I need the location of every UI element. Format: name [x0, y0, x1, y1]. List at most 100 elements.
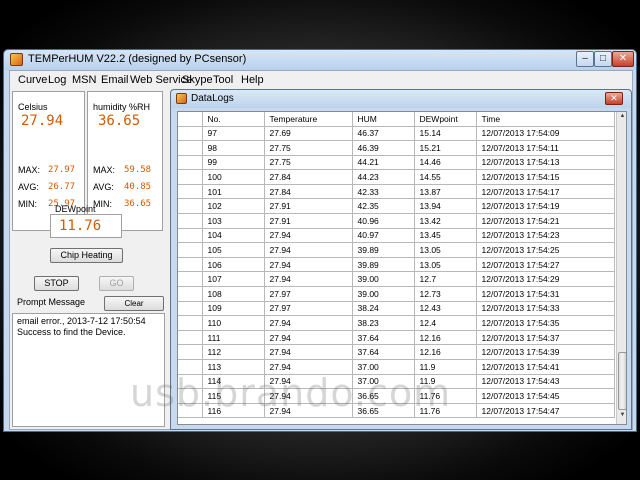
cell-dewpoint[interactable]: 12.73 [414, 286, 477, 302]
scroll-down-icon[interactable]: ▼ [618, 412, 626, 422]
row-header[interactable] [178, 271, 203, 288]
cell-time[interactable]: 12/07/2013 17:54:45 [476, 388, 615, 404]
cell-temperature[interactable]: 27.97 [264, 286, 353, 302]
column-header-dewpoint[interactable]: DEWpoint [414, 112, 477, 127]
scroll-up-icon[interactable]: ▲ [618, 113, 626, 123]
cell-hum[interactable]: 40.96 [352, 213, 415, 229]
cell-hum[interactable]: 39.00 [352, 286, 415, 302]
chip-heating-button[interactable]: Chip Heating [50, 248, 123, 263]
cell-time[interactable]: 12/07/2013 17:54:29 [476, 271, 615, 288]
cell-dewpoint[interactable]: 12.43 [414, 301, 477, 317]
cell-no[interactable]: 98 [202, 140, 265, 156]
cell-time[interactable]: 12/07/2013 17:54:41 [476, 359, 615, 375]
cell-time[interactable]: 12/07/2013 17:54:21 [476, 213, 615, 229]
minimize-button[interactable]: – [576, 51, 594, 67]
menu-help[interactable]: Help [241, 74, 264, 86]
datalogs-title-bar[interactable]: DataLogs ✕ [171, 90, 631, 108]
cell-time[interactable]: 12/07/2013 17:54:19 [476, 198, 615, 215]
cell-hum[interactable]: 37.64 [352, 330, 415, 346]
menu-skype[interactable]: Skype [182, 74, 213, 86]
column-header-no[interactable]: No. [202, 112, 265, 127]
row-header[interactable] [178, 198, 203, 215]
cell-hum[interactable]: 37.64 [352, 344, 415, 360]
column-header-hum[interactable]: HUM [352, 112, 415, 127]
scroll-thumb[interactable] [618, 352, 626, 410]
cell-no[interactable]: 109 [202, 301, 265, 317]
cell-time[interactable]: 12/07/2013 17:54:47 [476, 403, 615, 419]
cell-time[interactable]: 12/07/2013 17:54:23 [476, 228, 615, 244]
row-header[interactable] [178, 330, 203, 346]
close-button[interactable]: ✕ [612, 51, 634, 67]
cell-no[interactable]: 100 [202, 169, 265, 185]
cell-dewpoint[interactable]: 13.45 [414, 228, 477, 244]
cell-hum[interactable]: 46.39 [352, 140, 415, 156]
cell-temperature[interactable]: 27.69 [264, 126, 353, 142]
table-row[interactable]: 111 27.94 37.64 12.16 12/07/2013 17:54:37 [178, 330, 615, 346]
menu-curve[interactable]: Curve [18, 74, 47, 86]
table-row[interactable]: 97 27.69 46.37 15.14 12/07/2013 17:54:09 [178, 126, 615, 142]
cell-temperature[interactable]: 27.84 [264, 184, 353, 200]
cell-dewpoint[interactable]: 14.55 [414, 169, 477, 185]
table-row[interactable]: 107 27.94 39.00 12.7 12/07/2013 17:54:29 [178, 271, 615, 288]
table-row[interactable]: 110 27.94 38.23 12.4 12/07/2013 17:54:35 [178, 315, 615, 331]
row-header[interactable] [178, 315, 203, 331]
menu-tool[interactable]: Tool [213, 74, 233, 86]
cell-time[interactable]: 12/07/2013 17:54:37 [476, 330, 615, 346]
table-row[interactable]: 108 27.97 39.00 12.73 12/07/2013 17:54:31 [178, 286, 615, 302]
table-row[interactable]: 100 27.84 44.23 14.55 12/07/2013 17:54:15 [178, 169, 615, 185]
title-bar[interactable]: TEMPerHUM V22.2 (designed by PCsensor) –… [4, 50, 636, 70]
cell-time[interactable]: 12/07/2013 17:54:25 [476, 242, 615, 258]
cell-temperature[interactable]: 27.75 [264, 155, 353, 171]
table-row[interactable]: 102 27.91 42.35 13.94 12/07/2013 17:54:19 [178, 198, 615, 215]
row-header[interactable] [178, 169, 203, 185]
table-row[interactable]: 99 27.75 44.21 14.46 12/07/2013 17:54:13 [178, 155, 615, 171]
cell-temperature[interactable]: 27.94 [264, 257, 353, 273]
cell-no[interactable]: 105 [202, 242, 265, 258]
cell-time[interactable]: 12/07/2013 17:54:33 [476, 301, 615, 317]
table-row[interactable]: 101 27.84 42.33 13.87 12/07/2013 17:54:17 [178, 184, 615, 200]
cell-temperature[interactable]: 27.94 [264, 330, 353, 346]
datalogs-close-button[interactable]: ✕ [605, 92, 623, 105]
clear-information-button[interactable]: Clear Information [104, 296, 164, 321]
cell-time[interactable]: 12/07/2013 17:54:11 [476, 140, 615, 156]
go-button[interactable]: GO [99, 276, 134, 291]
menu-msn[interactable]: MSN [72, 74, 96, 86]
cell-hum[interactable]: 39.00 [352, 271, 415, 288]
cell-dewpoint[interactable]: 13.94 [414, 198, 477, 215]
cell-time[interactable]: 12/07/2013 17:54:31 [476, 286, 615, 302]
cell-hum[interactable]: 39.89 [352, 242, 415, 258]
menu-email[interactable]: Email [101, 74, 129, 86]
row-header[interactable] [178, 286, 203, 302]
cell-time[interactable]: 12/07/2013 17:54:17 [476, 184, 615, 200]
cell-time[interactable]: 12/07/2013 17:54:27 [476, 257, 615, 273]
table-row[interactable]: 98 27.75 46.39 15.21 12/07/2013 17:54:11 [178, 140, 615, 156]
cell-dewpoint[interactable]: 13.05 [414, 257, 477, 273]
cell-temperature[interactable]: 27.91 [264, 213, 353, 229]
cell-no[interactable]: 103 [202, 213, 265, 229]
maximize-button[interactable]: □ [594, 51, 612, 67]
row-header[interactable] [178, 242, 203, 258]
cell-no[interactable]: 110 [202, 315, 265, 331]
cell-dewpoint[interactable]: 13.87 [414, 184, 477, 200]
vertical-scrollbar[interactable]: ▲ ▼ [616, 112, 626, 424]
cell-temperature[interactable]: 27.94 [264, 271, 353, 288]
cell-hum[interactable]: 42.35 [352, 198, 415, 215]
cell-dewpoint[interactable]: 12.16 [414, 330, 477, 346]
cell-no[interactable]: 101 [202, 184, 265, 200]
cell-hum[interactable]: 44.23 [352, 169, 415, 185]
cell-hum[interactable]: 44.21 [352, 155, 415, 171]
cell-dewpoint[interactable]: 12.16 [414, 344, 477, 360]
table-row[interactable]: 103 27.91 40.96 13.42 12/07/2013 17:54:21 [178, 213, 615, 229]
cell-hum[interactable]: 38.23 [352, 315, 415, 331]
cell-time[interactable]: 12/07/2013 17:54:15 [476, 169, 615, 185]
cell-hum[interactable]: 40.97 [352, 228, 415, 244]
stop-button[interactable]: STOP [34, 276, 79, 291]
cell-temperature[interactable]: 27.94 [264, 315, 353, 331]
cell-no[interactable]: 102 [202, 198, 265, 215]
table-row[interactable]: 104 27.94 40.97 13.45 12/07/2013 17:54:23 [178, 228, 615, 244]
cell-temperature[interactable]: 27.94 [264, 242, 353, 258]
row-header[interactable] [178, 155, 203, 171]
cell-temperature[interactable]: 27.91 [264, 198, 353, 215]
row-header[interactable] [178, 257, 203, 273]
cell-hum[interactable]: 38.24 [352, 301, 415, 317]
